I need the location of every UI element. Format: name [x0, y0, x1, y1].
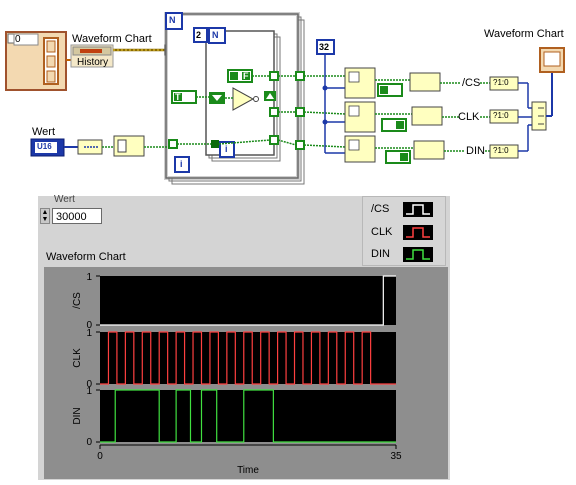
bool-true-label: T — [175, 92, 181, 102]
wert-increment-decrement[interactable]: ▲ ▼ — [40, 208, 50, 224]
plot-area-2 — [100, 390, 396, 442]
to-bool-label-1: ?1:0 — [493, 78, 509, 87]
x-tick-label: 35 — [390, 451, 402, 462]
select-node[interactable] — [209, 92, 225, 104]
inner-loop-count-value: 2 — [196, 30, 202, 40]
y-tick-label: 1 — [86, 272, 92, 283]
number-to-bool-array-node[interactable] — [113, 135, 145, 157]
plot-legend[interactable]: /CS CLK DIN — [362, 196, 446, 266]
to-bool-label-3: ?1:0 — [493, 146, 509, 155]
bool-false-label: F — [243, 71, 249, 81]
legend-swatch-din[interactable] — [403, 247, 433, 262]
history-label: History — [77, 57, 109, 68]
constant-32-label: 32 — [319, 42, 330, 52]
legend-swatch-clk[interactable] — [403, 225, 433, 240]
waveform-chart[interactable]: 10/CS10CLK10DIN0 35Time — [44, 267, 448, 479]
x-axis-label: Time — [237, 465, 259, 476]
inner-iteration-label: i — [225, 144, 228, 154]
plot-area-0 — [100, 276, 396, 325]
signal-clk-label: CLK — [458, 111, 480, 123]
convert-u16-node[interactable] — [77, 139, 103, 155]
x-tick-label: 0 — [97, 451, 103, 462]
shift-register-left — [211, 140, 219, 148]
plot-area-1 — [100, 332, 396, 384]
legend-item-cs: /CS — [371, 203, 390, 215]
chart-label: Waveform Chart — [46, 251, 126, 263]
property-node-label: Waveform Chart — [72, 33, 152, 45]
convert-nodes[interactable] — [409, 72, 445, 160]
signal-din-label: DIN — [466, 145, 485, 157]
wert-label: Wert — [32, 126, 56, 138]
wert-numeric-control[interactable]: 30000 — [52, 208, 102, 224]
y-tick-label: 1 — [86, 386, 92, 397]
shift-register-up[interactable] — [264, 91, 276, 101]
y-axis-label: DIN — [72, 407, 83, 424]
y-axis-label: /CS — [72, 292, 83, 309]
legend-swatch-cs[interactable] — [403, 202, 433, 217]
y-tick-label: 0 — [86, 437, 92, 448]
boolean-constants-out[interactable] — [377, 83, 411, 164]
signal-cs-label: /CS — [462, 77, 481, 89]
to-bool-label-2: ?1:0 — [493, 111, 509, 120]
legend-item-clk: CLK — [371, 226, 393, 238]
inner-loop-count-label: N — [212, 30, 219, 40]
legend-item-din: DIN — [371, 248, 390, 260]
outer-iteration-label: i — [180, 159, 183, 169]
outer-loop-count-label: N — [169, 15, 176, 25]
u16-label: U16 — [37, 142, 52, 151]
output-chart-terminal[interactable] — [539, 47, 565, 73]
array-index-value: 0 — [15, 34, 21, 45]
wert-control-label: Wert — [54, 194, 75, 205]
y-axis-label: CLK — [72, 348, 83, 368]
y-tick-label: 1 — [86, 328, 92, 339]
output-chart-label: Waveform Chart — [484, 28, 564, 40]
build-array-node[interactable] — [531, 101, 547, 131]
